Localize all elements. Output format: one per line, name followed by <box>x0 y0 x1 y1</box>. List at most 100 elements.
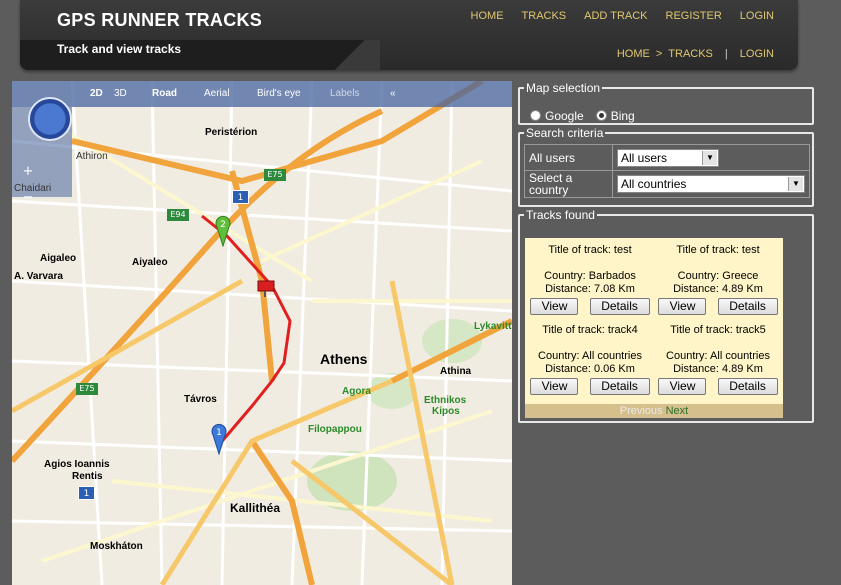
site-title: GPS RUNNER TRACKS <box>57 10 263 30</box>
tracks-found-panel: Tracks found Title of track: test Countr… <box>518 208 814 423</box>
e75-shield-south: E75 <box>76 383 98 395</box>
breadcrumb-login[interactable]: LOGIN <box>740 48 774 60</box>
track-distance: Distance: 4.89 Km <box>673 283 763 295</box>
track-country: Country: Barbados <box>544 270 636 282</box>
view-track-button[interactable]: View <box>658 298 707 315</box>
map-toolbar: 2D 3D Road Aerial Bird's eye Labels « <box>12 81 512 107</box>
track-title: Title of track: test <box>548 244 632 256</box>
track-distance: Distance: 7.08 Km <box>545 283 635 295</box>
map-label-filopappou: Filopappou <box>308 424 362 435</box>
end-marker-icon[interactable]: 2 <box>214 213 232 247</box>
map-style-aerial[interactable]: Aerial <box>204 88 230 99</box>
map-style-labels[interactable]: Labels <box>330 88 359 99</box>
zoom-in-button[interactable]: + <box>21 165 35 179</box>
map-collapse-button[interactable]: « <box>390 88 396 99</box>
map-label-ethnikos: Ethnikos <box>424 395 467 406</box>
breadcrumb: HOME > TRACKS | LOGIN <box>617 48 774 60</box>
start-marker-label: 1 <box>216 428 222 438</box>
map-mode-2d[interactable]: 2D <box>90 88 103 99</box>
view-track-button[interactable]: View <box>658 378 707 395</box>
track-distance: Distance: 0.06 Km <box>545 363 635 375</box>
breadcrumb-home[interactable]: HOME <box>617 48 650 60</box>
track-card: Title of track: track5 Country: All coun… <box>655 324 781 395</box>
users-select-value: All users <box>621 150 668 165</box>
users-filter-label: All users <box>524 144 613 171</box>
start-marker-icon[interactable]: 1 <box>210 421 228 455</box>
track-card: Title of track: test Country: Barbados D… <box>527 244 653 315</box>
track-card: Title of track: test Country: Greece Dis… <box>655 244 781 315</box>
route-1-shield-north: 1 <box>232 190 249 204</box>
details-track-button[interactable]: Details <box>589 378 650 395</box>
users-filter-cell: All users ▼ <box>612 144 810 171</box>
track-title: Title of track: track4 <box>542 324 638 336</box>
users-select[interactable]: All users ▼ <box>617 148 719 167</box>
header-tab-bevel <box>320 40 380 70</box>
map-label-lykavitt: Lykavitt <box>474 321 512 332</box>
map-label-rentis: Rentis <box>72 471 103 482</box>
country-filter-label: Select a country <box>524 170 613 198</box>
chevron-down-icon: ▼ <box>788 177 803 191</box>
radio-google[interactable]: Google <box>530 109 584 123</box>
track-country: Country: Greece <box>677 270 759 282</box>
tracks-results: Title of track: test Country: Barbados D… <box>525 238 783 418</box>
map-label-athiron: Athiron <box>76 151 108 162</box>
e75-shield-north: E75 <box>264 169 286 181</box>
track-country: Country: All countries <box>666 350 770 362</box>
country-select[interactable]: All countries ▼ <box>617 175 805 193</box>
radio-google-control[interactable] <box>530 110 541 121</box>
map-view[interactable]: 2D 3D Road Aerial Bird's eye Labels « + … <box>12 81 512 585</box>
chevron-down-icon: ▼ <box>702 150 717 165</box>
previous-page-link[interactable]: Previous <box>620 405 663 417</box>
map-label-athina: Athina <box>440 366 472 377</box>
track-distance: Distance: 4.89 Km <box>673 363 763 375</box>
details-track-button[interactable]: Details <box>717 378 778 395</box>
top-nav: HOME TRACKS ADD TRACK REGISTER LOGIN <box>471 10 774 22</box>
map-label-tavros: Távros <box>184 394 217 405</box>
next-page-link[interactable]: Next <box>666 405 689 417</box>
country-filter-cell: All countries ▼ <box>612 170 810 198</box>
map-label-agora: Agora <box>342 386 371 397</box>
track-card: Title of track: track4 Country: All coun… <box>527 324 653 395</box>
breadcrumb-tracks[interactable]: TRACKS <box>668 48 713 60</box>
nav-add-track[interactable]: ADD TRACK <box>584 10 647 22</box>
map-label-chaidari: Chaidari <box>14 183 52 194</box>
map-mode-3d[interactable]: 3D <box>114 88 127 99</box>
map-label-kipos: Kipos <box>432 406 460 417</box>
view-track-button[interactable]: View <box>530 378 579 395</box>
map-label-aigaleo: Aigaleo <box>40 253 77 264</box>
map-selection-panel: Map selection Google Bing <box>518 81 814 125</box>
tracks-found-legend: Tracks found <box>524 208 597 222</box>
pagination: Previous Next <box>525 404 783 418</box>
details-track-button[interactable]: Details <box>717 298 778 315</box>
pushpin-icon[interactable] <box>256 277 276 297</box>
nav-register[interactable]: REGISTER <box>666 10 722 22</box>
map-label-athens: Athens <box>320 351 368 367</box>
nav-tracks[interactable]: TRACKS <box>522 10 567 22</box>
radio-bing-control[interactable] <box>595 110 607 121</box>
search-criteria-panel: Search criteria All users All users ▼ Se… <box>518 126 814 207</box>
search-criteria-table: All users All users ▼ Select a country A… <box>524 144 810 198</box>
nav-login[interactable]: LOGIN <box>740 10 774 22</box>
details-track-button[interactable]: Details <box>589 298 650 315</box>
e94-shield: E94 <box>167 209 189 221</box>
country-select-value: All countries <box>621 177 687 191</box>
view-track-button[interactable]: View <box>530 298 579 315</box>
compass-icon[interactable] <box>28 97 72 141</box>
map-style-birdseye[interactable]: Bird's eye <box>257 88 301 99</box>
track-title: Title of track: test <box>676 244 760 256</box>
map-label-kallithea: Kallithéa <box>230 501 281 515</box>
site-tagline: Track and view tracks <box>57 42 182 56</box>
nav-home[interactable]: HOME <box>471 10 504 22</box>
radio-bing-label: Bing <box>610 109 635 123</box>
breadcrumb-separator: > <box>655 48 663 60</box>
map-provider-radios: Google Bing <box>530 109 635 123</box>
map-label-a-varvara: A. Varvara <box>14 271 63 282</box>
end-marker-label: 2 <box>220 220 226 230</box>
track-country: Country: All countries <box>538 350 642 362</box>
map-style-road[interactable]: Road <box>152 88 177 99</box>
radio-bing[interactable]: Bing <box>595 109 635 123</box>
site-header: GPS RUNNER TRACKS Track and view tracks … <box>20 0 798 70</box>
radio-google-label: Google <box>545 109 584 123</box>
route-1-shield-south: 1 <box>78 486 95 500</box>
map-selection-legend: Map selection <box>524 81 603 95</box>
